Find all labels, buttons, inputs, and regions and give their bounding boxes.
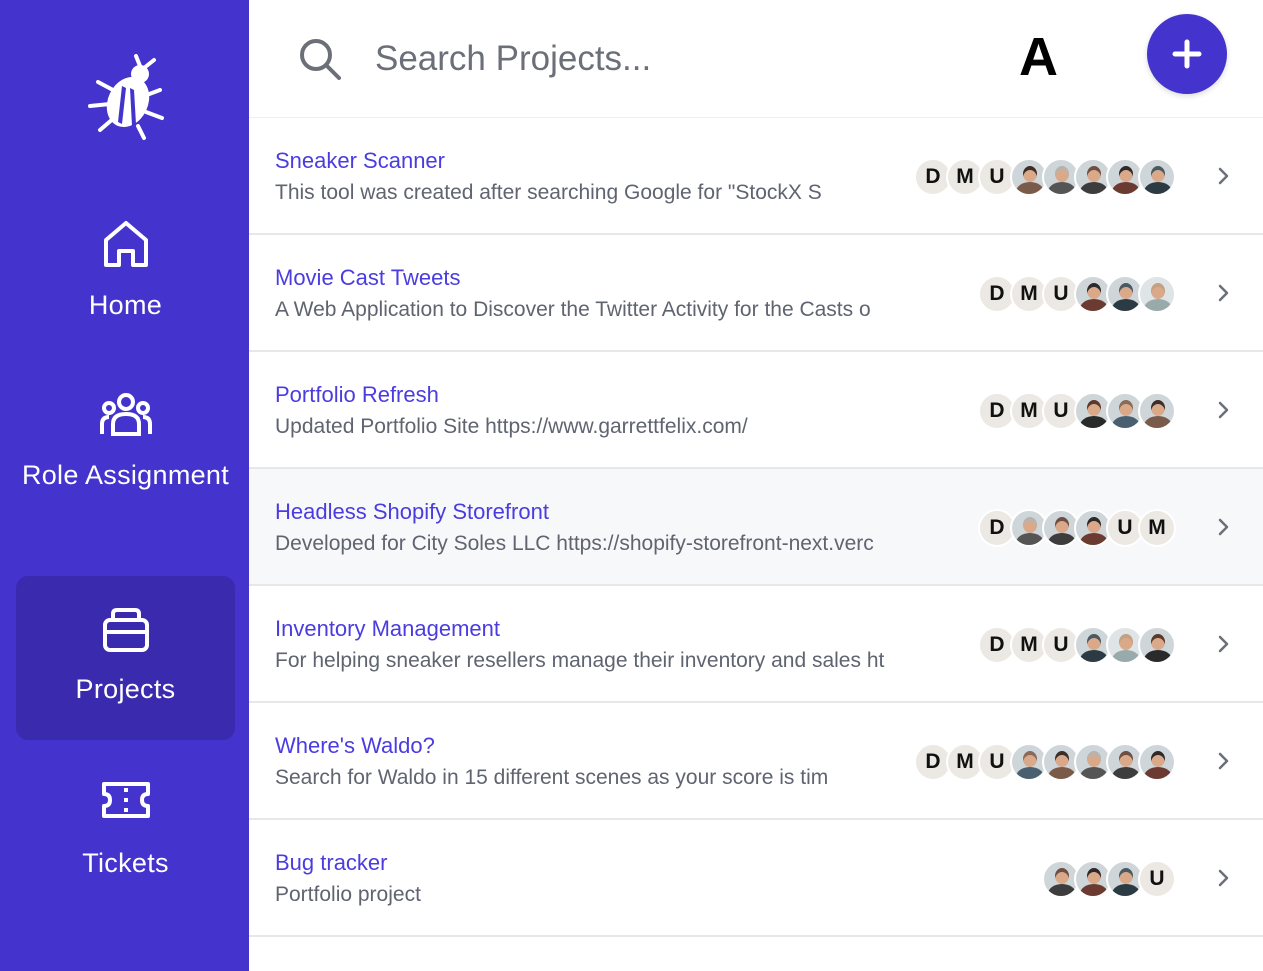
project-row[interactable]: Sneaker Scanner This tool was created aft… xyxy=(249,118,1263,235)
sidebar-item-home[interactable]: Home xyxy=(16,218,235,348)
sidebar-item-label: Role Assignment xyxy=(21,460,230,490)
member-avatar-initial: M xyxy=(1138,509,1176,547)
briefcase-icon xyxy=(16,606,235,659)
sidebar-item-role-assignment[interactable]: Role Assignment xyxy=(16,392,235,552)
sidebar-item-label: Tickets xyxy=(82,848,169,878)
chevron-right-icon[interactable] xyxy=(1217,868,1231,893)
project-title-link[interactable]: Inventory Management xyxy=(275,616,500,642)
project-row[interactable]: Inventory Management For helping sneaker … xyxy=(249,586,1263,703)
member-avatar-photo xyxy=(1138,626,1176,664)
chevron-right-icon[interactable] xyxy=(1217,751,1231,776)
sidebar-item-label: Projects xyxy=(75,674,176,704)
plus-icon xyxy=(1172,39,1202,69)
ticket-icon xyxy=(16,778,235,827)
project-description: Updated Portfolio Site https://www.garre… xyxy=(275,415,748,438)
users-group-icon xyxy=(16,392,235,443)
project-description: A Web Application to Discover the Twitte… xyxy=(275,298,871,321)
chevron-right-icon[interactable] xyxy=(1217,634,1231,659)
bug-logo-icon[interactable] xyxy=(78,52,170,142)
member-avatar-photo xyxy=(1138,392,1176,430)
member-avatar-photo xyxy=(1138,158,1176,196)
project-title-link[interactable]: Movie Cast Tweets xyxy=(275,265,460,291)
member-avatars: DMU xyxy=(914,158,1176,196)
search-input[interactable] xyxy=(375,34,875,84)
member-avatars: DUM xyxy=(978,509,1176,547)
chevron-right-icon[interactable] xyxy=(1217,166,1231,191)
chevron-right-icon[interactable] xyxy=(1217,283,1231,308)
project-title-link[interactable]: Where's Waldo? xyxy=(275,733,435,759)
member-avatars: DMU xyxy=(978,626,1176,664)
project-title-link[interactable]: Bug tracker xyxy=(275,850,388,876)
home-icon xyxy=(16,218,235,275)
project-description: Search for Waldo in 15 different scenes … xyxy=(275,766,829,789)
project-row[interactable]: Movie Cast Tweets A Web Application to Di… xyxy=(249,235,1263,352)
member-avatars: U xyxy=(1042,860,1176,898)
member-avatars: DMU xyxy=(978,275,1176,313)
sidebar-item-projects[interactable]: Projects xyxy=(16,576,235,740)
project-row[interactable]: Bug tracker Portfolio project U xyxy=(249,820,1263,937)
project-row[interactable]: Headless Shopify Storefront Developed for… xyxy=(249,469,1263,586)
sidebar-item-label: Home xyxy=(88,290,163,320)
project-row[interactable]: Where's Waldo? Search for Waldo in 15 dif… xyxy=(249,703,1263,820)
project-description: Developed for City Soles LLC https://sho… xyxy=(275,532,874,555)
member-avatar-photo xyxy=(1138,275,1176,313)
user-avatar[interactable]: A xyxy=(1019,26,1058,88)
search-icon xyxy=(297,36,343,87)
project-title-link[interactable]: Portfolio Refresh xyxy=(275,382,439,408)
project-description: Portfolio project xyxy=(275,883,421,906)
sidebar-item-tickets[interactable]: Tickets xyxy=(16,778,235,908)
add-project-button[interactable] xyxy=(1147,14,1227,94)
main-content: A Sneaker Scanner This tool was created a… xyxy=(249,0,1263,971)
project-list: Sneaker Scanner This tool was created aft… xyxy=(249,118,1263,937)
header: A xyxy=(249,0,1263,118)
project-description: This tool was created after searching Go… xyxy=(275,181,822,204)
chevron-right-icon[interactable] xyxy=(1217,400,1231,425)
sidebar: Home Role Assignment Projects Tickets xyxy=(0,0,249,971)
member-avatars: DMU xyxy=(978,392,1176,430)
member-avatar-initial: U xyxy=(1138,860,1176,898)
member-avatars: DMU xyxy=(914,743,1176,781)
chevron-right-icon[interactable] xyxy=(1217,517,1231,542)
project-title-link[interactable]: Sneaker Scanner xyxy=(275,148,445,174)
project-description: For helping sneaker resellers manage the… xyxy=(275,649,885,672)
project-row[interactable]: Portfolio Refresh Updated Portfolio Site … xyxy=(249,352,1263,469)
member-avatar-photo xyxy=(1138,743,1176,781)
project-title-link[interactable]: Headless Shopify Storefront xyxy=(275,499,549,525)
